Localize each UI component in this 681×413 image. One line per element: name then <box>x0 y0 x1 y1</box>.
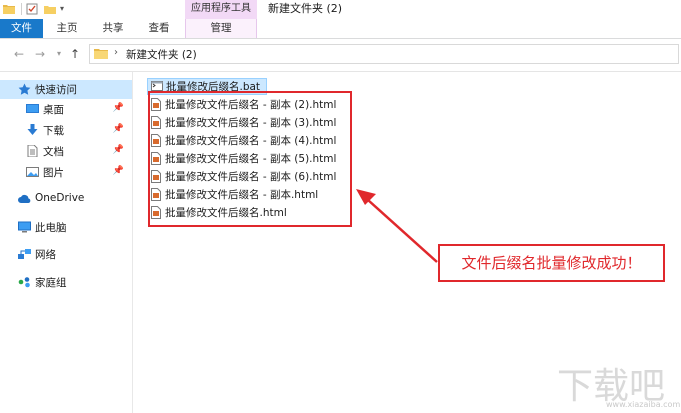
nav-item-label: 下载 <box>43 125 64 137</box>
pin-icon[interactable]: 📌 <box>113 145 124 155</box>
separator <box>21 3 22 15</box>
folder-icon <box>94 49 108 59</box>
star-icon <box>18 83 31 95</box>
breadcrumb[interactable]: 新建文件夹 (2) <box>126 47 197 62</box>
nav-item-homegroup[interactable]: 家庭组 <box>0 273 132 292</box>
nav-item-quick-access[interactable]: 快速访问 <box>0 80 132 99</box>
context-tab-group-label: 应用程序工具 <box>185 0 257 19</box>
tab-home[interactable]: 主页 <box>44 19 90 38</box>
nav-item-label: 家庭组 <box>35 277 67 289</box>
nav-item-label: 文档 <box>43 146 64 158</box>
chevron-down-icon[interactable]: ▾ <box>60 3 72 15</box>
computer-icon <box>18 221 31 233</box>
up-arrow-icon[interactable]: ↑ <box>68 47 82 61</box>
tab-share[interactable]: 共享 <box>90 19 136 38</box>
nav-item-label: OneDrive <box>35 192 85 204</box>
properties-icon[interactable] <box>26 3 38 15</box>
pin-icon[interactable]: 📌 <box>113 124 124 134</box>
nav-item-documents[interactable]: 文档 📌 <box>0 142 132 161</box>
address-row: ← → ▾ ↑ › 新建文件夹 (2) <box>0 39 681 72</box>
nav-item-desktop[interactable]: 桌面 📌 <box>0 100 132 119</box>
network-icon <box>18 249 31 259</box>
nav-item-this-pc[interactable]: 此电脑 <box>0 218 132 237</box>
nav-item-downloads[interactable]: 下载 📌 <box>0 121 132 140</box>
cloud-icon <box>18 194 31 203</box>
chevron-right-icon[interactable]: › <box>114 47 118 58</box>
new-folder-icon[interactable] <box>44 3 56 15</box>
nav-item-label: 网络 <box>35 249 56 261</box>
document-icon <box>27 145 38 157</box>
picture-icon <box>26 167 39 177</box>
pin-icon[interactable]: 📌 <box>113 103 124 113</box>
window-title: 新建文件夹 (2) <box>268 2 343 15</box>
nav-item-label: 快速访问 <box>35 84 77 96</box>
watermark-subtext: www.xiazaiba.com <box>606 400 681 409</box>
title-bar: ▾ 应用程序工具 新建文件夹 (2) <box>0 0 681 19</box>
ribbon-tabs: 文件 主页 共享 查看 管理 <box>0 19 681 39</box>
navigation-pane: 快速访问 桌面 📌 下载 📌 文档 📌 图片 📌 OneDrive 此电脑 网络… <box>0 72 133 413</box>
tab-manage[interactable]: 管理 <box>185 19 257 38</box>
back-arrow-icon[interactable]: ← <box>12 47 26 61</box>
tab-file[interactable]: 文件 <box>0 19 43 38</box>
nav-item-pictures[interactable]: 图片 📌 <box>0 163 132 182</box>
annotation-callout: 文件后缀名批量修改成功！ <box>438 244 665 282</box>
download-icon <box>27 124 38 135</box>
folder-icon[interactable] <box>3 3 15 15</box>
pin-icon[interactable]: 📌 <box>113 166 124 176</box>
nav-item-label: 图片 <box>43 167 64 179</box>
nav-item-onedrive[interactable]: OneDrive <box>0 190 132 209</box>
desktop-icon <box>26 104 39 113</box>
address-bar[interactable]: › 新建文件夹 (2) <box>89 44 679 64</box>
nav-item-label: 此电脑 <box>35 222 67 234</box>
tab-view[interactable]: 查看 <box>136 19 182 38</box>
recent-locations-chevron-icon[interactable]: ▾ <box>52 47 66 61</box>
highlight-box <box>148 91 352 227</box>
nav-item-label: 桌面 <box>43 104 64 116</box>
forward-arrow-icon[interactable]: → <box>33 47 47 61</box>
nav-item-network[interactable]: 网络 <box>0 245 132 264</box>
homegroup-icon <box>18 277 30 288</box>
